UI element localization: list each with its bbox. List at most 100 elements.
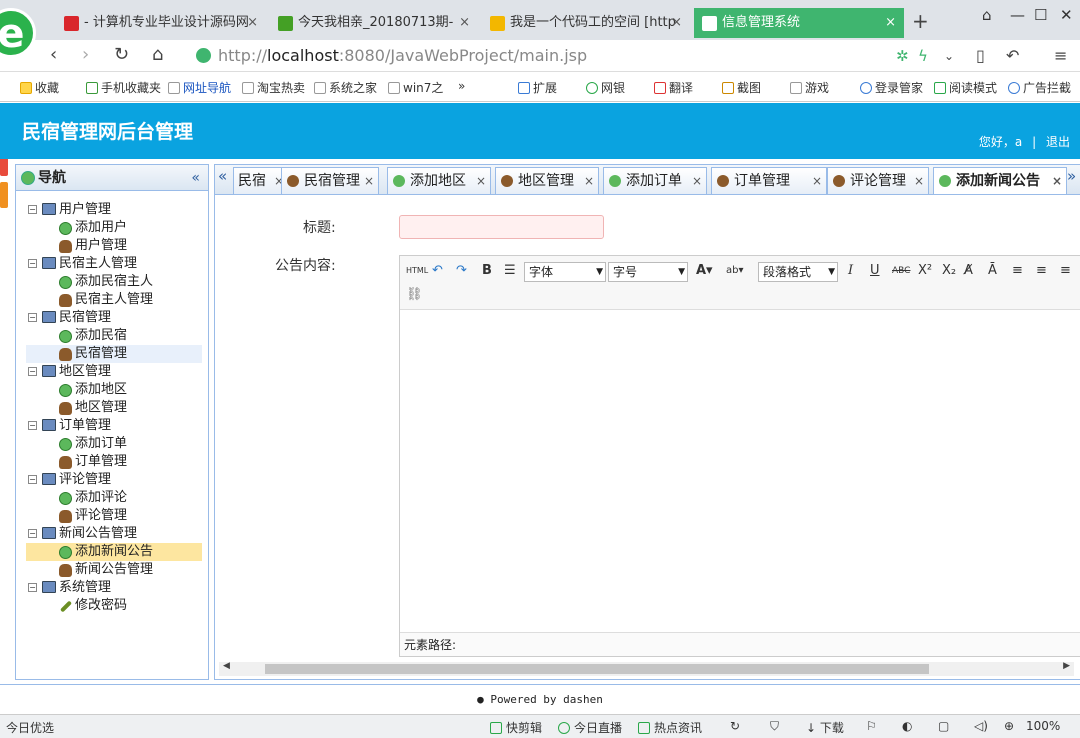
html-source-button[interactable]: HTML bbox=[406, 262, 428, 280]
minimize-icon[interactable]: — bbox=[1010, 6, 1025, 24]
forward-icon[interactable]: › bbox=[82, 44, 89, 65]
zoom-icon[interactable]: ⊕ bbox=[1004, 719, 1014, 733]
toolbar-item[interactable]: 截图 bbox=[722, 79, 761, 96]
underline-icon[interactable]: U bbox=[870, 262, 880, 280]
flag-icon[interactable]: ⚐ bbox=[866, 719, 877, 733]
close-icon[interactable]: × bbox=[1052, 168, 1062, 194]
subscript-icon[interactable]: X₂ bbox=[942, 262, 956, 280]
sidebar-group[interactable]: − 评论管理 bbox=[26, 471, 202, 489]
sound-icon[interactable]: ◁) bbox=[974, 719, 988, 733]
italic-icon[interactable]: I bbox=[848, 262, 853, 280]
paragraph-select[interactable]: 段落格式 ▼ bbox=[758, 262, 838, 282]
sidebar-item[interactable]: 评论管理 bbox=[26, 507, 202, 525]
accelerator-icon[interactable]: ✲ bbox=[896, 47, 909, 65]
sidebar-item[interactable]: 用户管理 bbox=[26, 237, 202, 255]
sidebar-group[interactable]: − 民宿主人管理 bbox=[26, 255, 202, 273]
status-item[interactable]: ↓ 下载 bbox=[806, 719, 844, 736]
toolbar-item[interactable]: 登录管家 bbox=[860, 79, 923, 96]
bookmark-item[interactable]: 手机收藏夹 bbox=[86, 79, 161, 96]
page-tab[interactable]: 添加地区 × bbox=[387, 167, 491, 194]
scroll-right-arrow-icon[interactable]: ▶ bbox=[1063, 661, 1070, 671]
collapse-sidebar-button[interactable]: « bbox=[191, 165, 200, 191]
close-icon[interactable]: × bbox=[692, 168, 702, 194]
format-icon[interactable]: ☰ bbox=[504, 262, 516, 280]
logout-link[interactable]: 退出 bbox=[1046, 135, 1070, 149]
tree-toggle-icon[interactable]: − bbox=[28, 421, 37, 430]
status-item[interactable]: 今日优选 bbox=[6, 719, 54, 736]
align-center-icon[interactable]: ≡ bbox=[1036, 262, 1047, 280]
page-tab[interactable]: 评论管理 × bbox=[827, 167, 929, 194]
menu-icon[interactable]: ≡ bbox=[1054, 46, 1067, 65]
status-item[interactable]: 今日直播 bbox=[558, 719, 622, 736]
more-bookmarks-button[interactable]: » bbox=[458, 79, 465, 93]
tab-scroll-right-button[interactable]: » bbox=[1067, 167, 1076, 185]
status-item[interactable]: 热点资讯 bbox=[638, 719, 702, 736]
bookmark-item[interactable]: 系统之家 bbox=[314, 79, 377, 96]
align-right-icon[interactable]: ≡ bbox=[1060, 262, 1071, 280]
strikethrough-icon[interactable]: ABC bbox=[892, 262, 910, 280]
font-family-select[interactable]: 字体 ▼ bbox=[524, 262, 606, 282]
sidebar-item[interactable]: 新闻公告管理 bbox=[26, 561, 202, 579]
bookmark-item[interactable]: 收藏 bbox=[20, 79, 59, 96]
browser-tab-1[interactable]: - 计算机专业毕业设计源码网 × bbox=[56, 8, 266, 38]
close-icon[interactable]: × bbox=[364, 168, 374, 194]
tree-toggle-icon[interactable]: − bbox=[28, 205, 37, 214]
highlight-icon[interactable]: ab▾ bbox=[726, 262, 744, 280]
sidebar-item[interactable]: 添加订单 bbox=[26, 435, 202, 453]
address-bar[interactable]: http://localhost:8080/JavaWebProject/mai… bbox=[194, 45, 884, 67]
lightning-icon[interactable]: ϟ bbox=[918, 47, 928, 65]
close-icon[interactable]: × bbox=[914, 168, 924, 194]
page-tab[interactable]: 添加订单 × bbox=[603, 167, 707, 194]
status-item[interactable]: 快剪辑 bbox=[490, 719, 542, 736]
align-left-icon[interactable]: ≡ bbox=[1012, 262, 1023, 280]
undo-icon[interactable]: ↶ bbox=[432, 262, 443, 280]
sidebar-group[interactable]: − 地区管理 bbox=[26, 363, 202, 381]
toolbar-item[interactable]: 翻译 bbox=[654, 79, 693, 96]
sidebar-item[interactable]: 修改密码 bbox=[26, 597, 202, 615]
toolbar-item[interactable]: 扩展 bbox=[518, 79, 557, 96]
bookmark-item[interactable]: 淘宝热卖 bbox=[242, 79, 305, 96]
browser-icon[interactable]: ◐ bbox=[902, 719, 912, 733]
sidebar-item[interactable]: 民宿主人管理 bbox=[26, 291, 202, 309]
sidebar-group[interactable]: − 新闻公告管理 bbox=[26, 525, 202, 543]
browser-tab-3[interactable]: 我是一个代码工的空间 [http × bbox=[482, 8, 690, 38]
sidebar-item[interactable]: 添加地区 bbox=[26, 381, 202, 399]
page-tab[interactable]: 订单管理 × bbox=[711, 167, 827, 194]
sidebar-item[interactable]: 民宿管理 bbox=[26, 345, 202, 363]
chevron-down-icon[interactable]: ⌄ bbox=[944, 49, 954, 63]
sidebar-item[interactable]: 添加评论 bbox=[26, 489, 202, 507]
sidebar-item[interactable]: 添加民宿主人 bbox=[26, 273, 202, 291]
redo-icon[interactable]: ↷ bbox=[456, 262, 467, 280]
tree-toggle-icon[interactable]: − bbox=[28, 475, 37, 484]
font-color-icon[interactable]: A▾ bbox=[696, 262, 713, 280]
window-icon[interactable]: ▢ bbox=[938, 719, 949, 733]
tree-toggle-icon[interactable]: − bbox=[28, 529, 37, 538]
close-icon[interactable]: × bbox=[885, 8, 896, 38]
refresh-status-icon[interactable]: ↻ bbox=[730, 719, 740, 733]
close-icon[interactable]: × bbox=[247, 8, 258, 38]
sidebar-group[interactable]: − 民宿管理 bbox=[26, 309, 202, 327]
scroll-left-arrow-icon[interactable]: ◀ bbox=[223, 661, 230, 671]
tree-toggle-icon[interactable]: − bbox=[28, 259, 37, 268]
remove-format-icon[interactable]: Ā bbox=[988, 262, 997, 280]
sidebar-item[interactable]: 地区管理 bbox=[26, 399, 202, 417]
close-icon[interactable]: × bbox=[459, 8, 470, 38]
sidebar-group[interactable]: − 系统管理 bbox=[26, 579, 202, 597]
page-tab[interactable]: 民宿管理 × bbox=[281, 167, 379, 194]
sidebar-item[interactable]: 添加用户 bbox=[26, 219, 202, 237]
sidebar-item[interactable]: 添加新闻公告 bbox=[26, 543, 202, 561]
side-strip-icon[interactable] bbox=[0, 182, 8, 208]
zoom-level[interactable]: 100% bbox=[1026, 719, 1060, 733]
tree-toggle-icon[interactable]: − bbox=[28, 313, 37, 322]
shirt-icon[interactable]: ⌂ bbox=[982, 6, 992, 24]
page-tab[interactable]: 添加新闻公告 × bbox=[933, 167, 1067, 194]
sidebar-item[interactable]: 添加民宿 bbox=[26, 327, 202, 345]
maximize-icon[interactable]: ☐ bbox=[1034, 6, 1047, 24]
tab-scroll-left-button[interactable]: « bbox=[218, 167, 227, 185]
page-tab[interactable]: 地区管理 × bbox=[495, 167, 599, 194]
tree-toggle-icon[interactable]: − bbox=[28, 367, 37, 376]
link-icon[interactable]: ⛓ bbox=[406, 286, 423, 304]
close-window-icon[interactable]: ✕ bbox=[1060, 6, 1073, 24]
horizontal-scrollbar[interactable]: ◀ ▶ bbox=[219, 661, 1074, 676]
close-icon[interactable]: × bbox=[671, 8, 682, 38]
